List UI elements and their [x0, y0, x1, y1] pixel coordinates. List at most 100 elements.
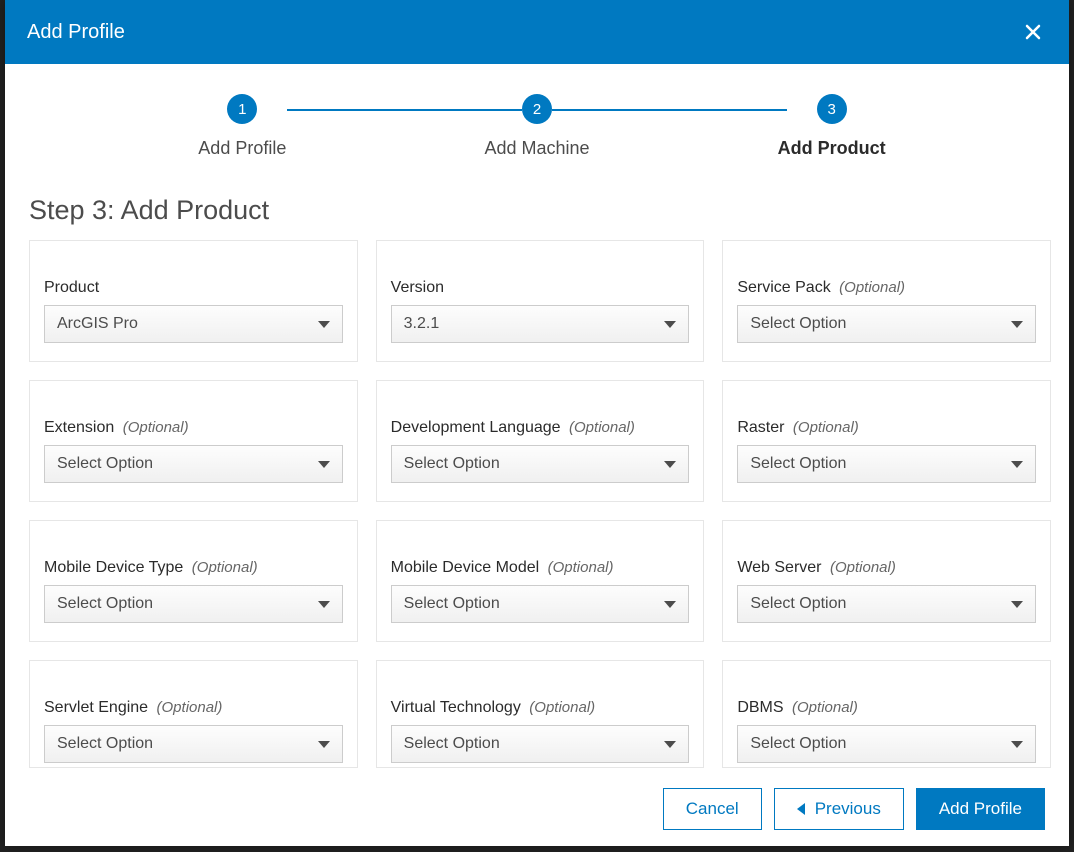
optional-tag: (Optional) [157, 699, 223, 716]
field-card-service-pack: Service Pack (Optional) Select Option [722, 240, 1051, 362]
select-raster[interactable]: Select Option [737, 445, 1036, 483]
add-profile-button-label: Add Profile [939, 799, 1022, 819]
select-web-server[interactable]: Select Option [737, 585, 1036, 623]
label-servlet-text: Servlet Engine [44, 699, 148, 716]
field-card-mobile-type: Mobile Device Type (Optional) Select Opt… [29, 520, 358, 642]
cancel-button[interactable]: Cancel [663, 788, 762, 830]
label-dbms: DBMS (Optional) [737, 699, 1036, 717]
label-virtual-text: Virtual Technology [391, 699, 521, 716]
previous-button[interactable]: Previous [774, 788, 904, 830]
optional-tag: (Optional) [792, 699, 858, 716]
label-dev-lang: Development Language (Optional) [391, 419, 690, 437]
field-card-servlet: Servlet Engine (Optional) Select Option [29, 660, 358, 768]
caret-down-icon [318, 321, 330, 328]
select-product[interactable]: ArcGIS Pro [44, 305, 343, 343]
optional-tag: (Optional) [793, 419, 859, 436]
caret-down-icon [664, 601, 676, 608]
optional-tag: (Optional) [839, 279, 905, 296]
label-servlet: Servlet Engine (Optional) [44, 699, 343, 717]
step-1[interactable]: 1 Add Profile [95, 94, 390, 159]
select-dbms[interactable]: Select Option [737, 725, 1036, 763]
wizard-stepper: 1 Add Profile 2 Add Machine 3 Add Produc… [5, 64, 1069, 169]
step-3-circle: 3 [817, 94, 847, 124]
modal-header: Add Profile [5, 0, 1069, 64]
label-version: Version [391, 279, 690, 297]
label-mobile-type-text: Mobile Device Type [44, 559, 183, 576]
optional-tag: (Optional) [123, 419, 189, 436]
select-virtual[interactable]: Select Option [391, 725, 690, 763]
label-mobile-type: Mobile Device Type (Optional) [44, 559, 343, 577]
step-2-label: Add Machine [484, 138, 589, 159]
field-card-virtual: Virtual Technology (Optional) Select Opt… [376, 660, 705, 768]
close-button[interactable] [1019, 18, 1047, 46]
caret-down-icon [664, 321, 676, 328]
select-version[interactable]: 3.2.1 [391, 305, 690, 343]
label-mobile-model: Mobile Device Model (Optional) [391, 559, 690, 577]
field-card-version: Version 3.2.1 [376, 240, 705, 362]
label-web-server-text: Web Server [737, 559, 821, 576]
field-card-raster: Raster (Optional) Select Option [722, 380, 1051, 502]
step-2[interactable]: 2 Add Machine [390, 94, 685, 159]
select-dbms-value: Select Option [750, 735, 846, 753]
caret-down-icon [1011, 741, 1023, 748]
label-virtual: Virtual Technology (Optional) [391, 699, 690, 717]
label-mobile-model-text: Mobile Device Model [391, 559, 540, 576]
optional-tag: (Optional) [830, 559, 896, 576]
select-extension-value: Select Option [57, 455, 153, 473]
select-web-server-value: Select Option [750, 595, 846, 613]
cancel-button-label: Cancel [686, 799, 739, 819]
label-raster: Raster (Optional) [737, 419, 1036, 437]
select-mobile-model[interactable]: Select Option [391, 585, 690, 623]
field-card-product: Product ArcGIS Pro [29, 240, 358, 362]
select-virtual-value: Select Option [404, 735, 500, 753]
select-dev-lang-value: Select Option [404, 455, 500, 473]
product-form-grid: Product ArcGIS Pro Version 3.2.1 [29, 240, 1063, 768]
label-dbms-text: DBMS [737, 699, 783, 716]
caret-down-icon [318, 601, 330, 608]
label-dev-lang-text: Development Language [391, 419, 561, 436]
previous-button-label: Previous [815, 799, 881, 819]
select-service-pack[interactable]: Select Option [737, 305, 1036, 343]
select-dev-lang[interactable]: Select Option [391, 445, 690, 483]
label-service-pack-text: Service Pack [737, 279, 830, 296]
label-version-text: Version [391, 279, 444, 296]
field-card-dbms: DBMS (Optional) Select Option [722, 660, 1051, 768]
label-service-pack: Service Pack (Optional) [737, 279, 1036, 297]
select-product-value: ArcGIS Pro [57, 315, 138, 333]
step-heading: Step 3: Add Product [5, 169, 1069, 240]
chevron-left-icon [797, 803, 805, 815]
field-card-dev-lang: Development Language (Optional) Select O… [376, 380, 705, 502]
caret-down-icon [318, 741, 330, 748]
field-card-extension: Extension (Optional) Select Option [29, 380, 358, 502]
optional-tag: (Optional) [569, 419, 635, 436]
step-1-circle: 1 [227, 94, 257, 124]
label-extension: Extension (Optional) [44, 419, 343, 437]
caret-down-icon [1011, 321, 1023, 328]
add-profile-button[interactable]: Add Profile [916, 788, 1045, 830]
close-icon [1025, 24, 1041, 40]
step-2-circle: 2 [522, 94, 552, 124]
form-scroll-area[interactable]: Product ArcGIS Pro Version 3.2.1 [29, 240, 1069, 770]
step-3[interactable]: 3 Add Product [684, 94, 979, 159]
select-raster-value: Select Option [750, 455, 846, 473]
caret-down-icon [318, 461, 330, 468]
label-product: Product [44, 279, 343, 297]
select-mobile-model-value: Select Option [404, 595, 500, 613]
select-version-value: 3.2.1 [404, 315, 440, 333]
select-servlet[interactable]: Select Option [44, 725, 343, 763]
add-profile-modal: Add Profile 1 Add Profile 2 Add Machine … [5, 0, 1069, 846]
select-mobile-type[interactable]: Select Option [44, 585, 343, 623]
optional-tag: (Optional) [529, 699, 595, 716]
select-mobile-type-value: Select Option [57, 595, 153, 613]
select-servlet-value: Select Option [57, 735, 153, 753]
optional-tag: (Optional) [192, 559, 258, 576]
modal-footer: Cancel Previous Add Profile [5, 770, 1069, 846]
field-card-mobile-model: Mobile Device Model (Optional) Select Op… [376, 520, 705, 642]
label-raster-text: Raster [737, 419, 784, 436]
step-3-label: Add Product [778, 138, 886, 159]
caret-down-icon [664, 741, 676, 748]
caret-down-icon [1011, 461, 1023, 468]
modal-title: Add Profile [27, 21, 125, 44]
select-extension[interactable]: Select Option [44, 445, 343, 483]
label-product-text: Product [44, 279, 99, 296]
